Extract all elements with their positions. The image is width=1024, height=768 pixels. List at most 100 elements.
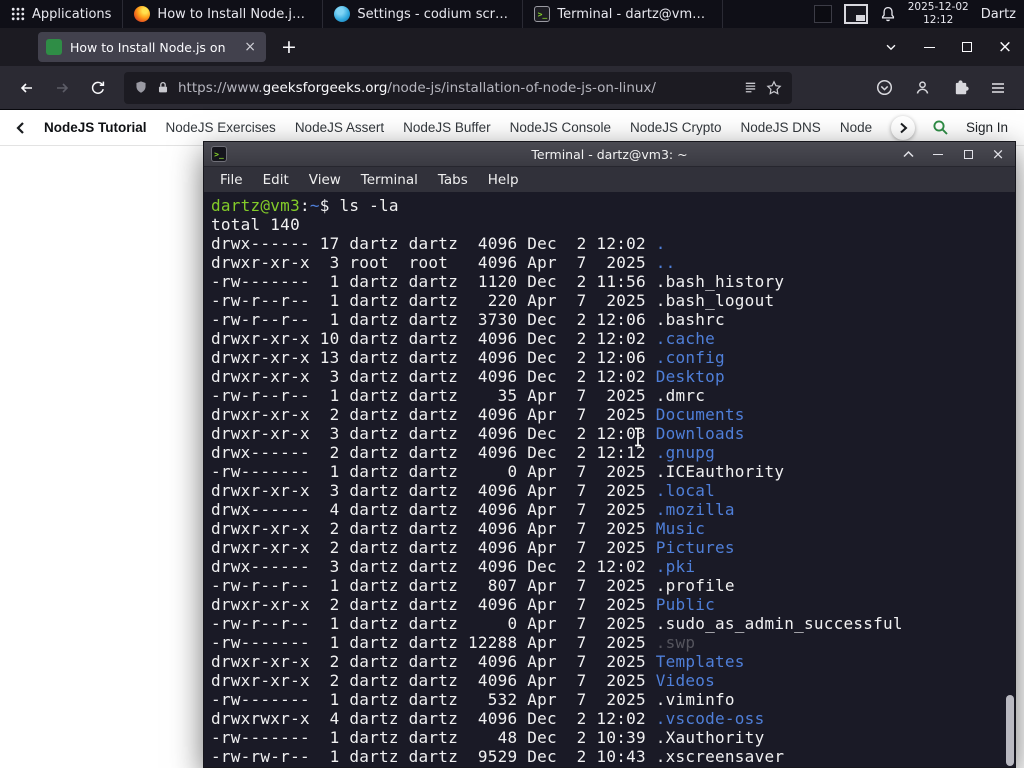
site-nav-item-nodejs-buffer[interactable]: NodeJS Buffer: [403, 120, 491, 135]
reload-button[interactable]: [82, 72, 114, 104]
terminal-output-line: drwxr-xr-x 2 dartz dartz 4096 Apr 7 2025…: [211, 519, 1003, 538]
systray-screen-icon[interactable]: [843, 4, 868, 24]
taskbar-window-firefox[interactable]: How to Install Node.js o...: [123, 0, 324, 28]
terminal-output-line: -rw------- 1 dartz dartz 532 Apr 7 2025 …: [211, 690, 1003, 709]
terminal-output-line: -rw-r--r-- 1 dartz dartz 0 Apr 7 2025 .s…: [211, 614, 1003, 633]
file-name: .swp: [655, 633, 696, 652]
file-attributes: -rw------- 1 dartz dartz 0 Apr 7 2025: [211, 462, 656, 481]
browser-maximize-button[interactable]: [948, 28, 986, 66]
dir-name: Videos: [655, 671, 716, 690]
systray-window-icon[interactable]: [813, 5, 832, 23]
terminal-output: dartz@vm3:~$ ls -la total 140 drwx------ 1…: [204, 192, 1003, 767]
terminal-icon: [534, 6, 551, 22]
site-nav-item-node[interactable]: Node: [840, 120, 872, 135]
terminal-menu-edit[interactable]: Edit: [253, 169, 299, 191]
terminal-menu-help[interactable]: Help: [478, 169, 529, 191]
site-nav-item-nodejs-tutorial[interactable]: NodeJS Tutorial: [44, 120, 147, 135]
new-tab-button[interactable]: +: [274, 32, 304, 62]
file-attributes: drwxr-xr-x 3 root root 4096 Apr 7 2025: [211, 253, 656, 272]
minimize-icon: [923, 46, 935, 48]
terminal-close-button[interactable]: ×: [991, 145, 1005, 163]
site-nav-item-nodejs-console[interactable]: NodeJS Console: [510, 120, 611, 135]
terminal-titlebar[interactable]: Terminal - dartz@vm3: ~ ×: [204, 142, 1015, 166]
site-nav-item-nodejs-exercises[interactable]: NodeJS Exercises: [166, 120, 276, 135]
back-arrow-icon: [20, 82, 32, 93]
list-all-tabs-button[interactable]: [872, 28, 910, 66]
lock-icon[interactable]: [156, 80, 170, 95]
browser-close-button[interactable]: ×: [986, 28, 1024, 66]
terminal-shade-button[interactable]: [901, 150, 915, 158]
file-attributes: drwx------ 17 dartz dartz 4096 Dec 2 12:…: [211, 234, 656, 253]
url-scheme: https://www.: [178, 79, 263, 96]
extensions-puzzle-icon[interactable]: [952, 79, 969, 96]
desktop-screen: Applications How to Install Node.js o...…: [0, 0, 1024, 768]
notification-bell-icon[interactable]: [880, 6, 896, 22]
bookmark-star-icon[interactable]: [766, 79, 782, 96]
terminal-output-line: -rw-r--r-- 1 dartz dartz 220 Apr 7 2025 …: [211, 291, 1003, 310]
sign-in-button[interactable]: Sign In: [966, 120, 1010, 135]
clock-date: 2025-12-02: [907, 1, 969, 14]
text-ibeam-cursor: [635, 427, 641, 447]
file-name: .dmrc: [655, 386, 706, 405]
nav-scroll-left-icon[interactable]: [14, 121, 26, 135]
terminal-output-line: drwxr-xr-x 2 dartz dartz 4096 Apr 7 2025…: [211, 652, 1003, 671]
terminal-output-line: drwxr-xr-x 2 dartz dartz 4096 Apr 7 2025…: [211, 405, 1003, 424]
settings-icon: [334, 6, 351, 22]
search-icon[interactable]: [932, 119, 949, 136]
url-bar[interactable]: https://www.geeksforgeeks.org/node-js/in…: [124, 71, 792, 104]
dir-name: ..: [655, 253, 676, 272]
clock-time: 12:12: [923, 14, 954, 26]
browser-tab[interactable]: How to Install Node.js on ×: [38, 32, 266, 62]
terminal-maximize-button[interactable]: [961, 149, 975, 159]
terminal-menu-view[interactable]: View: [299, 169, 351, 191]
dir-name: .gnupg: [655, 443, 716, 462]
taskbar-window-list: How to Install Node.js o... Settings - co…: [123, 0, 724, 28]
dir-name: .vscode-oss: [655, 709, 765, 728]
terminal-body[interactable]: dartz@vm3:~$ ls -la total 140 drwx------ 1…: [204, 192, 1015, 767]
file-attributes: -rw-r--r-- 1 dartz dartz 220 Apr 7 2025: [211, 291, 656, 310]
nav-scroll-right-button[interactable]: [890, 115, 915, 140]
taskbar-window-title: Terminal - dartz@vm3: ~: [557, 6, 712, 22]
terminal-menu-terminal[interactable]: Terminal: [351, 169, 428, 191]
dir-name: .mozilla: [655, 500, 735, 519]
dir-name: Documents: [655, 405, 745, 424]
taskbar-window-settings[interactable]: Settings - codium script...: [323, 0, 524, 28]
dir-name: Music: [655, 519, 706, 538]
geeksforgeeks-favicon: [46, 39, 62, 55]
menu-hamburger-icon[interactable]: [990, 80, 1006, 96]
file-attributes: -rw-r--r-- 1 dartz dartz 0 Apr 7 2025: [211, 614, 656, 633]
file-name: .bash_history: [655, 272, 785, 291]
terminal-title: Terminal - dartz@vm3: ~: [531, 146, 688, 162]
reader-mode-icon[interactable]: [743, 80, 758, 95]
site-nav-item-nodejs-assert[interactable]: NodeJS Assert: [295, 120, 384, 135]
file-name: .profile: [655, 576, 735, 595]
forward-button[interactable]: [46, 72, 78, 104]
account-icon[interactable]: [914, 79, 931, 96]
taskbar-window-terminal[interactable]: Terminal - dartz@vm3: ~: [523, 0, 724, 28]
tab-title: How to Install Node.js on: [70, 39, 226, 55]
terminal-minimize-button[interactable]: [931, 153, 945, 155]
file-name: .sudo_as_admin_successful: [655, 614, 903, 633]
pocket-icon[interactable]: [876, 79, 893, 96]
terminal-output-line: drwx------ 2 dartz dartz 4096 Dec 2 12:1…: [211, 443, 1003, 462]
file-attributes: drwxr-xr-x 2 dartz dartz 4096 Apr 7 2025: [211, 538, 656, 557]
file-attributes: drwxr-xr-x 2 dartz dartz 4096 Apr 7 2025: [211, 671, 656, 690]
browser-minimize-button[interactable]: [910, 28, 948, 66]
terminal-output-line: -rw-r--r-- 1 dartz dartz 35 Apr 7 2025 .…: [211, 386, 1003, 405]
terminal-menu-tabs[interactable]: Tabs: [428, 169, 478, 191]
site-nav-item-nodejs-crypto[interactable]: NodeJS Crypto: [630, 120, 722, 135]
terminal-prompt-line: dartz@vm3:~$ ls -la: [211, 196, 1003, 215]
firefox-icon: [134, 6, 151, 22]
panel-clock[interactable]: 2025-12-02 12:12: [908, 1, 969, 26]
dir-name: Desktop: [655, 367, 725, 386]
file-attributes: drwx------ 3 dartz dartz 4096 Dec 2 12:0…: [211, 557, 656, 576]
terminal-menu-file[interactable]: File: [210, 169, 253, 191]
terminal-scrollbar-thumb[interactable]: [1006, 695, 1014, 766]
site-nav-item-nodejs-dns[interactable]: NodeJS DNS: [741, 120, 821, 135]
chevron-right-icon: [900, 122, 908, 133]
terminal-output-line: drwxr-xr-x 3 dartz dartz 4096 Dec 2 12:0…: [211, 367, 1003, 386]
tab-close-icon[interactable]: ×: [242, 39, 258, 55]
applications-menu-button[interactable]: Applications: [0, 0, 124, 28]
back-button[interactable]: [10, 72, 42, 104]
tracking-shield-icon[interactable]: [134, 80, 148, 95]
